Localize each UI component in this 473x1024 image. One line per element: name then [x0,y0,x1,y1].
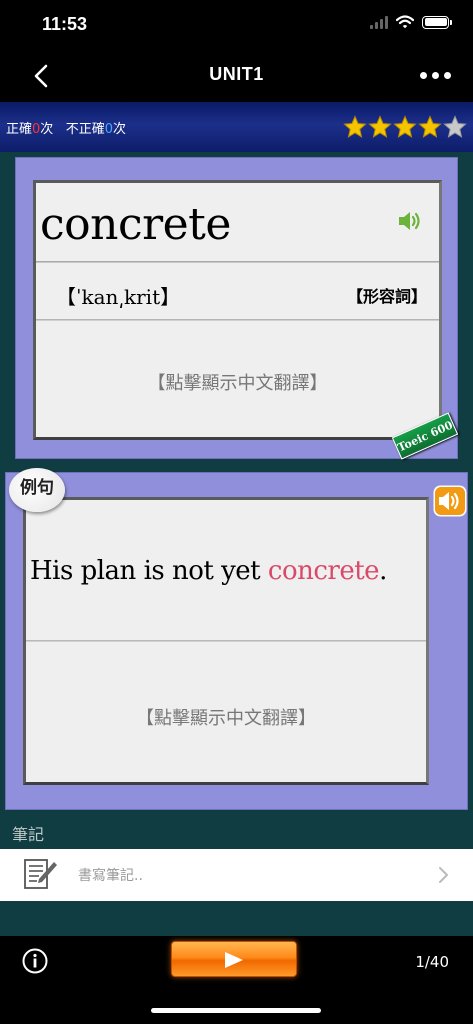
divider [36,319,439,321]
times-label: 次 [40,122,54,137]
more-options-icon[interactable] [420,72,451,79]
sentence-highlight: concrete [267,556,380,586]
divider [26,640,426,642]
write-note-row[interactable]: 書寫筆記.. [0,849,473,901]
speaker-icon[interactable] [433,485,467,517]
info-icon[interactable] [22,948,48,974]
star-icon[interactable] [443,115,467,139]
play-button[interactable] [171,941,297,977]
note-edit-icon [24,859,57,889]
cellular-signal-icon [370,15,388,29]
star-icon[interactable] [368,115,392,139]
incorrect-count: 0 [104,122,114,137]
times-label: 次 [113,122,127,137]
wifi-icon [396,15,414,29]
part-of-speech: 【形容詞】 [346,287,427,306]
nav-title: UNIT1 [209,64,264,84]
battery-icon [422,15,452,29]
correct-label: 正確 [6,122,33,137]
incorrect-label: 不正確 [65,122,105,137]
example-badge: 例句 [9,468,65,512]
play-icon [225,952,243,968]
vocabulary-word: concrete [40,199,231,250]
score-summary: 正確0次 不正確0次 [6,118,126,137]
sentence-text: His plan is not yet [30,556,268,586]
status-icons [370,15,452,29]
score-bar: 正確0次 不正確0次 [0,102,473,152]
star-icon[interactable] [343,115,367,139]
show-translation-hint[interactable]: 【點擊顯示中文翻譯】 [36,369,439,395]
word-card-inner[interactable]: concrete 【ˈkan͵krit】 【形容詞】 【點擊顯示中文翻譯】 [33,180,442,440]
sentence-card-inner[interactable]: His plan is not yet concrete. 【點擊顯示中文翻譯】 [23,497,429,785]
flashcard-content: concrete 【ˈkan͵krit】 【形容詞】 【點擊顯示中文翻譯】 To… [0,152,473,936]
home-indicator [151,1008,321,1013]
show-translation-hint[interactable]: 【點擊顯示中文翻譯】 [26,704,426,730]
notes-label: 筆記 [12,825,45,844]
status-bar: 11:53 [0,0,473,50]
phonetic-transcription: 【ˈkan͵krit】 [56,285,181,309]
sentence-text: . [379,556,387,586]
page-counter: 1/40 [415,953,449,971]
word-card: concrete 【ˈkan͵krit】 【形容詞】 【點擊顯示中文翻譯】 [15,157,458,459]
status-time: 11:53 [42,14,88,34]
speaker-icon[interactable] [397,209,425,233]
star-icon[interactable] [418,115,442,139]
star-rating[interactable] [343,115,467,139]
example-sentence-card: His plan is not yet concrete. 【點擊顯示中文翻譯】… [5,468,468,810]
example-sentence: His plan is not yet concrete. [30,556,387,586]
divider [36,261,439,263]
nav-bar: UNIT1 [0,50,473,102]
note-placeholder: 書寫筆記.. [78,868,143,884]
chevron-right-icon [439,867,448,883]
star-icon[interactable] [393,115,417,139]
